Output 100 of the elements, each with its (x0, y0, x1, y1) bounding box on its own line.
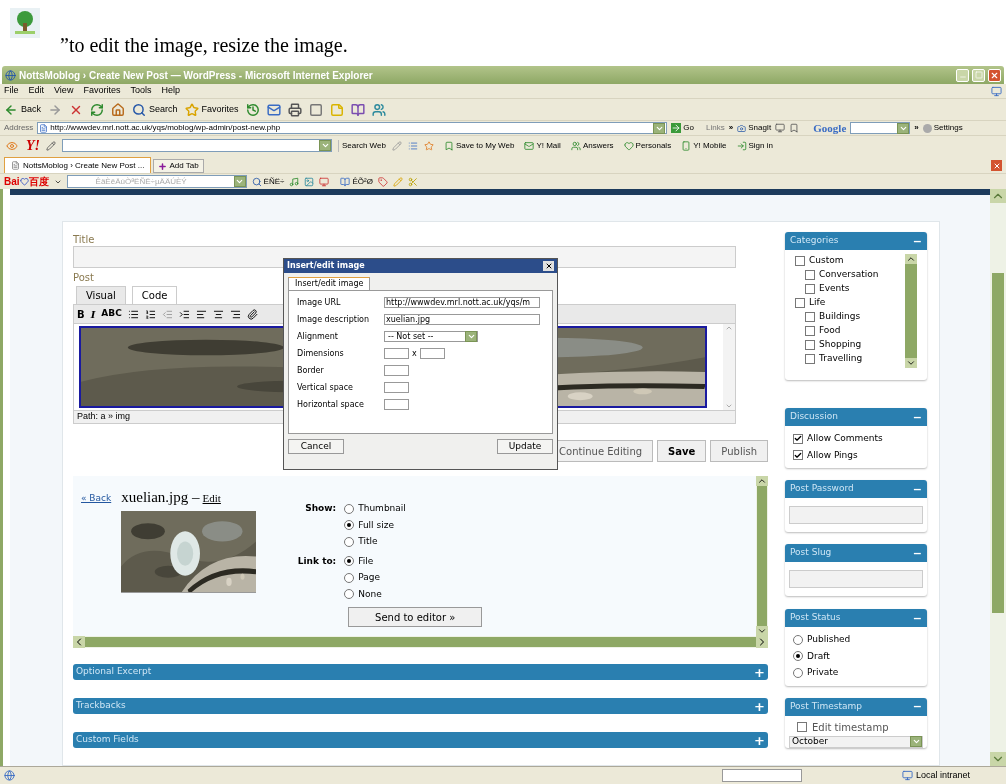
radio-button[interactable] (793, 667, 803, 678)
width-field[interactable] (384, 348, 409, 359)
format-button[interactable]: ABC (101, 307, 122, 321)
monitor-icon[interactable] (319, 176, 330, 187)
send-to-editor-button[interactable]: Send to editor » (348, 607, 483, 627)
search-button[interactable]: ËÑË÷ (251, 175, 285, 188)
text-field[interactable] (789, 506, 923, 524)
editor-tab[interactable]: Visual (76, 286, 126, 304)
collapsed-section-bar[interactable]: Optional Excerpt + (73, 664, 768, 680)
numbered-list-icon[interactable] (144, 308, 156, 320)
dialog-button[interactable]: Cancel (288, 439, 344, 454)
collapse-toggle[interactable]: − (912, 612, 922, 624)
toolbar-button[interactable]: Answers (570, 139, 614, 152)
horizontal-scrollbar[interactable] (73, 636, 768, 648)
menu-item[interactable]: File (4, 84, 19, 98)
edit-link[interactable]: Edit (202, 490, 221, 507)
menu-item[interactable]: View (54, 84, 74, 98)
go-button[interactable]: Go (671, 122, 695, 134)
format-button[interactable]: I (90, 306, 96, 322)
toolbar-button[interactable]: Y! Mail (524, 139, 561, 152)
action-button[interactable]: Save (657, 440, 707, 462)
menu-item[interactable]: Edit (28, 84, 45, 98)
yahoo-logo[interactable]: Y! (26, 135, 40, 156)
panel-header[interactable]: Discussion − (785, 408, 927, 426)
checkbox[interactable] (805, 340, 815, 350)
text-field[interactable] (789, 570, 923, 588)
collapse-toggle[interactable]: − (912, 483, 922, 495)
browser-tab[interactable]: NottsMoblog › Create New Post ... (4, 157, 152, 173)
close-button[interactable] (543, 261, 554, 271)
editor-scrollbar[interactable] (723, 324, 735, 410)
mail-icon[interactable] (266, 102, 281, 117)
bookmark-icon[interactable] (789, 123, 800, 133)
checkbox[interactable] (793, 433, 803, 444)
collapse-toggle[interactable]: − (912, 547, 922, 559)
link-icon[interactable] (246, 308, 258, 320)
baidu-search-field[interactable]: ÊäÈëÄúÒªËÑË÷µÄÄÚÈÝ (66, 175, 247, 188)
minimize-button[interactable] (956, 68, 969, 82)
toolbar-button[interactable]: Favorites (184, 102, 239, 117)
people-icon[interactable] (371, 102, 386, 117)
address-field[interactable]: http://wwwdev.mrl.nott.ac.uk/yqs/moblog/wp-admin/post-new.php (37, 122, 668, 134)
bulleted-list-icon[interactable] (127, 308, 139, 320)
image-icon[interactable] (304, 176, 315, 187)
toolbar-button[interactable]: Search (132, 102, 178, 117)
align-left-icon[interactable] (195, 308, 207, 320)
text-field[interactable]: http://wwwdev.mrl.nott.ac.uk/yqs/m (384, 297, 540, 308)
collapse-toggle[interactable]: − (912, 701, 922, 712)
checkbox[interactable] (795, 298, 805, 308)
collect-button[interactable]: ÊÕ²Ø (340, 175, 373, 188)
checkbox[interactable] (805, 326, 815, 336)
menu-item[interactable]: Tools (130, 84, 152, 98)
google-search-field[interactable] (850, 122, 911, 134)
dialog-button[interactable]: Update (497, 439, 553, 454)
history-icon[interactable] (245, 102, 260, 117)
height-field[interactable] (419, 348, 445, 359)
page-scrollbar[interactable] (990, 189, 1006, 766)
indent-icon[interactable] (178, 308, 190, 320)
search-web-button[interactable]: Search Web (338, 139, 386, 152)
checkbox[interactable] (805, 354, 815, 364)
checkbox[interactable] (797, 722, 807, 732)
menu-item[interactable]: Favorites (83, 84, 121, 98)
toolbar-button[interactable]: Back (4, 102, 41, 117)
back-link[interactable]: « Back (81, 492, 112, 636)
menu-item[interactable]: Help (161, 84, 180, 98)
text-field[interactable]: xuelian.jpg (384, 314, 540, 325)
collapse-toggle[interactable]: − (912, 411, 922, 423)
panel-header[interactable]: Categories − (785, 232, 927, 250)
links-label[interactable]: Links (706, 122, 725, 134)
radio-button[interactable] (344, 503, 355, 514)
radio-button[interactable] (793, 651, 803, 662)
dialog-tab[interactable]: Insert/edit image (288, 277, 371, 290)
home-icon[interactable] (111, 102, 125, 117)
yahoo-search-field[interactable] (62, 139, 332, 152)
pencil-icon[interactable] (46, 140, 56, 151)
eye-icon[interactable] (4, 139, 20, 152)
vertical-scrollbar[interactable] (756, 476, 768, 636)
collapse-toggle[interactable]: − (912, 235, 922, 247)
radio-button[interactable] (344, 520, 355, 531)
radio-button[interactable] (344, 556, 355, 567)
forward-icon[interactable] (48, 102, 62, 117)
outdent-icon[interactable] (161, 308, 173, 320)
expand-toggle[interactable]: + (754, 733, 765, 747)
collapsed-section-bar[interactable]: Trackbacks + (73, 698, 768, 714)
maximize-button[interactable] (972, 68, 985, 82)
chevron-text[interactable]: » (914, 122, 919, 134)
checkbox[interactable] (805, 284, 815, 294)
radio-button[interactable] (344, 536, 355, 547)
close-tab-button[interactable] (991, 160, 1002, 171)
checkbox[interactable] (793, 450, 803, 461)
toolbar-button[interactable]: Save to My Web (443, 139, 515, 152)
checkbox[interactable] (805, 270, 815, 280)
settings-button[interactable]: Settings (922, 122, 963, 134)
action-button[interactable]: Publish (710, 440, 768, 462)
list-icon[interactable] (407, 140, 418, 151)
refresh-icon[interactable] (90, 102, 104, 117)
chevron-text[interactable]: » (728, 122, 734, 134)
collapsed-section-bar[interactable]: Custom Fields + (73, 732, 768, 748)
text-field[interactable] (384, 365, 409, 376)
month-select[interactable]: October (789, 735, 923, 748)
star-icon[interactable] (423, 140, 434, 151)
square-icon[interactable] (308, 102, 323, 117)
